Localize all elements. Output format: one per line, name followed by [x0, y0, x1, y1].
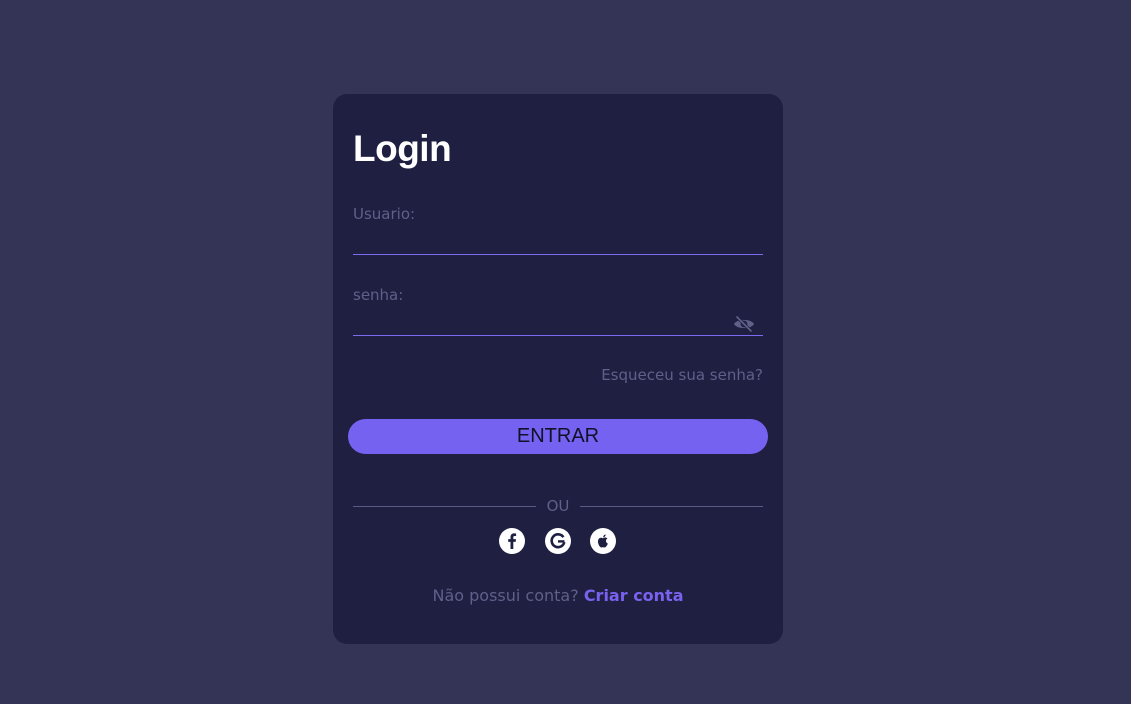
username-field: Usuario: [353, 204, 763, 255]
password-label: senha: [353, 286, 404, 304]
forgot-password-link[interactable]: Esqueceu sua senha? [601, 366, 763, 384]
signup-prompt: Não possui conta? [432, 586, 579, 605]
google-login-button[interactable] [545, 528, 571, 554]
google-icon [545, 528, 571, 554]
username-label: Usuario: [353, 205, 416, 223]
page-title: Login [353, 128, 452, 169]
password-field: senha: [353, 285, 763, 336]
create-account-link[interactable]: Criar conta [584, 586, 684, 605]
facebook-icon [499, 528, 525, 554]
divider-line-right [580, 506, 763, 507]
entrar-button[interactable]: ENTRAR [348, 419, 768, 454]
login-card: Login Usuario: senha: Esqueceu sua senha… [333, 94, 783, 644]
signup-line: Não possui conta? Criar conta [333, 586, 783, 605]
password-input[interactable] [353, 313, 763, 336]
apple-icon [590, 528, 616, 554]
or-divider: OU [353, 496, 763, 516]
eye-slash-icon[interactable] [733, 315, 755, 333]
username-input[interactable] [353, 232, 763, 255]
apple-login-button[interactable] [590, 528, 616, 554]
facebook-login-button[interactable] [499, 528, 525, 554]
